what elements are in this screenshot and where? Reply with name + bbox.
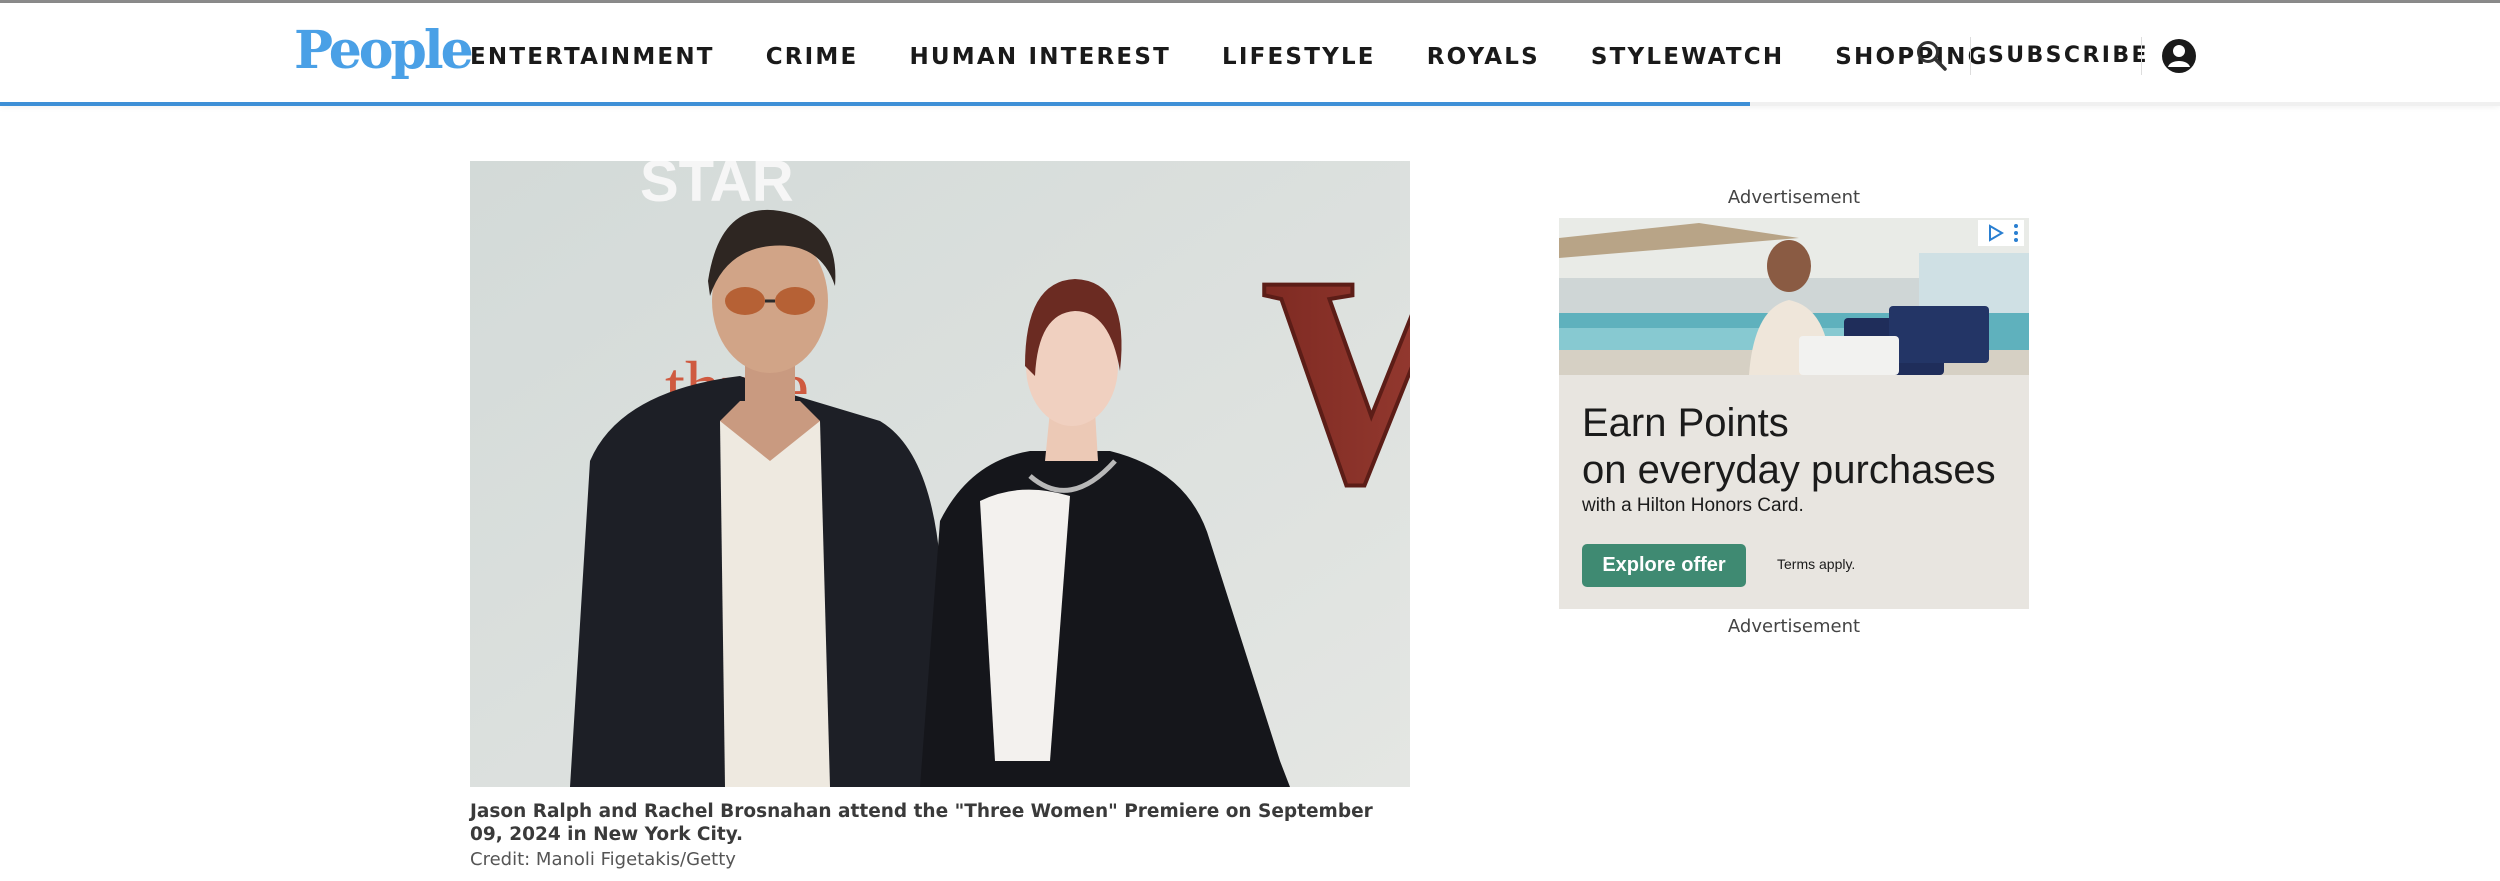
ad-terms: Terms apply. [1777,556,1856,572]
reading-progress-track [0,102,2500,106]
photo-caption: Jason Ralph and Rachel Brosnahan attend … [470,801,1373,845]
subscribe-button[interactable]: SUBSCRIBE [1988,36,2149,76]
header-divider [2141,37,2142,75]
nav-entertainment[interactable]: ENTERTAINMENT [470,37,715,77]
header-divider [1970,37,1971,75]
ad-label-top: Advertisement [1727,187,1861,208]
ad-label-bottom: Advertisement [1727,616,1861,637]
people-logo[interactable]: People [294,21,474,81]
reading-progress-bar [0,102,1750,106]
search-button[interactable] [1915,39,1949,73]
ad-choices-icon [1989,224,2018,242]
search-icon [1917,41,1947,71]
account-icon [2162,39,2196,73]
site-header: People ENTERTAINMENT CRIME HUMAN INTERES… [0,3,2500,104]
nav-human-interest[interactable]: HUMAN INTEREST [909,37,1171,77]
ad-photo [1559,218,2029,375]
nav-royals[interactable]: ROYALS [1427,37,1540,77]
ad-headline: Earn Points on everyday purchases [1582,401,1996,492]
ad-choices-button[interactable] [1978,220,2024,246]
nav-crime[interactable]: CRIME [766,37,859,77]
photo-credit: Credit: Manoli Figetakis/Getty [470,849,736,870]
main-nav: ENTERTAINMENT CRIME HUMAN INTEREST LIFES… [470,37,2040,77]
ad-subline: with a Hilton Honors Card. [1582,495,1804,516]
account-button[interactable] [2161,38,2197,74]
svg-text:W: W [1260,214,1410,546]
svg-text:STAR: STAR [640,161,794,214]
ad-explore-offer-button[interactable]: Explore offer [1582,544,1746,587]
advertisement[interactable]: Earn Points on everyday purchases with a… [1559,218,2029,609]
nav-lifestyle[interactable]: LIFESTYLE [1222,37,1376,77]
article-photo: STAR three W [470,161,1410,787]
nav-stylewatch[interactable]: STYLEWATCH [1591,37,1784,77]
nav-shopping[interactable]: SHOPPING [1835,37,1988,77]
